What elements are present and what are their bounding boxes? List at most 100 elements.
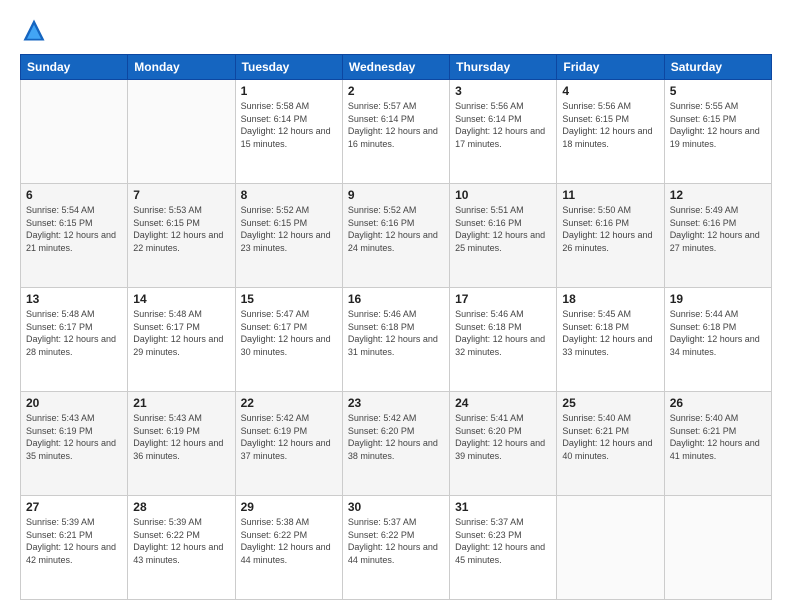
day-info: Sunrise: 5:43 AMSunset: 6:19 PMDaylight:… <box>133 412 229 462</box>
day-number: 29 <box>241 500 337 514</box>
day-info: Sunrise: 5:50 AMSunset: 6:16 PMDaylight:… <box>562 204 658 254</box>
calendar-cell: 12 Sunrise: 5:49 AMSunset: 6:16 PMDayligh… <box>664 184 771 288</box>
calendar-cell: 28 Sunrise: 5:39 AMSunset: 6:22 PMDayligh… <box>128 496 235 600</box>
day-info: Sunrise: 5:39 AMSunset: 6:21 PMDaylight:… <box>26 516 122 566</box>
day-number: 4 <box>562 84 658 98</box>
calendar-week-row: 13Sunrise: 5:48 AMSunset: 6:17 PMDayligh… <box>21 288 772 392</box>
calendar-cell: 5Sunrise: 5:55 AMSunset: 6:15 PMDaylight… <box>664 80 771 184</box>
day-info: Sunrise: 5:57 AMSunset: 6:14 PMDaylight:… <box>348 100 444 150</box>
calendar-cell: 21 Sunrise: 5:43 AMSunset: 6:19 PMDayligh… <box>128 392 235 496</box>
days-of-week-row: SundayMondayTuesdayWednesdayThursdayFrid… <box>21 55 772 80</box>
day-number: 18 <box>562 292 658 306</box>
calendar-week-row: 27 Sunrise: 5:39 AMSunset: 6:21 PMDayligh… <box>21 496 772 600</box>
day-number: 10 <box>455 188 551 202</box>
calendar-header: SundayMondayTuesdayWednesdayThursdayFrid… <box>21 55 772 80</box>
day-of-week-header: Saturday <box>664 55 771 80</box>
day-info: Sunrise: 5:42 AMSunset: 6:20 PMDaylight:… <box>348 412 444 462</box>
day-info: Sunrise: 5:56 AMSunset: 6:15 PMDaylight:… <box>562 100 658 150</box>
day-number: 8 <box>241 188 337 202</box>
day-info: Sunrise: 5:46 AMSunset: 6:18 PMDaylight:… <box>348 308 444 358</box>
day-of-week-header: Wednesday <box>342 55 449 80</box>
day-of-week-header: Friday <box>557 55 664 80</box>
calendar-cell: 27 Sunrise: 5:39 AMSunset: 6:21 PMDayligh… <box>21 496 128 600</box>
day-number: 9 <box>348 188 444 202</box>
day-number: 19 <box>670 292 766 306</box>
calendar-table: SundayMondayTuesdayWednesdayThursdayFrid… <box>20 54 772 600</box>
calendar-cell: 23 Sunrise: 5:42 AMSunset: 6:20 PMDayligh… <box>342 392 449 496</box>
day-number: 1 <box>241 84 337 98</box>
calendar-cell: 29 Sunrise: 5:38 AMSunset: 6:22 PMDayligh… <box>235 496 342 600</box>
day-number: 14 <box>133 292 229 306</box>
day-number: 20 <box>26 396 122 410</box>
day-number: 3 <box>455 84 551 98</box>
day-number: 5 <box>670 84 766 98</box>
day-of-week-header: Sunday <box>21 55 128 80</box>
day-info: Sunrise: 5:49 AMSunset: 6:16 PMDaylight:… <box>670 204 766 254</box>
day-info: Sunrise: 5:43 AMSunset: 6:19 PMDaylight:… <box>26 412 122 462</box>
day-info: Sunrise: 5:54 AMSunset: 6:15 PMDaylight:… <box>26 204 122 254</box>
calendar-week-row: 6 Sunrise: 5:54 AMSunset: 6:15 PMDaylight… <box>21 184 772 288</box>
calendar-cell: 15 Sunrise: 5:47 AMSunset: 6:17 PMDayligh… <box>235 288 342 392</box>
calendar-week-row: 20 Sunrise: 5:43 AMSunset: 6:19 PMDayligh… <box>21 392 772 496</box>
day-number: 17 <box>455 292 551 306</box>
day-info: Sunrise: 5:53 AMSunset: 6:15 PMDaylight:… <box>133 204 229 254</box>
calendar-body: 1 Sunrise: 5:58 AMSunset: 6:14 PMDaylight… <box>21 80 772 600</box>
day-info: Sunrise: 5:37 AMSunset: 6:23 PMDaylight:… <box>455 516 551 566</box>
calendar-cell: 6 Sunrise: 5:54 AMSunset: 6:15 PMDaylight… <box>21 184 128 288</box>
day-info: Sunrise: 5:45 AMSunset: 6:18 PMDaylight:… <box>562 308 658 358</box>
day-info: Sunrise: 5:47 AMSunset: 6:17 PMDaylight:… <box>241 308 337 358</box>
calendar-cell: 2Sunrise: 5:57 AMSunset: 6:14 PMDaylight… <box>342 80 449 184</box>
day-number: 25 <box>562 396 658 410</box>
calendar-cell: 31 Sunrise: 5:37 AMSunset: 6:23 PMDayligh… <box>450 496 557 600</box>
day-number: 30 <box>348 500 444 514</box>
day-number: 16 <box>348 292 444 306</box>
day-number: 24 <box>455 396 551 410</box>
calendar-cell: 20 Sunrise: 5:43 AMSunset: 6:19 PMDayligh… <box>21 392 128 496</box>
day-number: 7 <box>133 188 229 202</box>
day-info: Sunrise: 5:46 AMSunset: 6:18 PMDaylight:… <box>455 308 551 358</box>
day-info: Sunrise: 5:58 AMSunset: 6:14 PMDaylight:… <box>241 100 337 150</box>
day-number: 23 <box>348 396 444 410</box>
calendar-cell: 11 Sunrise: 5:50 AMSunset: 6:16 PMDayligh… <box>557 184 664 288</box>
calendar-cell: 10 Sunrise: 5:51 AMSunset: 6:16 PMDayligh… <box>450 184 557 288</box>
day-of-week-header: Tuesday <box>235 55 342 80</box>
calendar-cell: 14Sunrise: 5:48 AMSunset: 6:17 PMDayligh… <box>128 288 235 392</box>
day-info: Sunrise: 5:41 AMSunset: 6:20 PMDaylight:… <box>455 412 551 462</box>
calendar-cell <box>21 80 128 184</box>
generalblue-logo-icon <box>20 16 48 44</box>
calendar-week-row: 1 Sunrise: 5:58 AMSunset: 6:14 PMDaylight… <box>21 80 772 184</box>
header <box>20 16 772 44</box>
day-number: 28 <box>133 500 229 514</box>
day-info: Sunrise: 5:40 AMSunset: 6:21 PMDaylight:… <box>670 412 766 462</box>
calendar-cell: 3Sunrise: 5:56 AMSunset: 6:14 PMDaylight… <box>450 80 557 184</box>
calendar-cell: 17 Sunrise: 5:46 AMSunset: 6:18 PMDayligh… <box>450 288 557 392</box>
day-info: Sunrise: 5:51 AMSunset: 6:16 PMDaylight:… <box>455 204 551 254</box>
calendar-cell: 13Sunrise: 5:48 AMSunset: 6:17 PMDayligh… <box>21 288 128 392</box>
day-info: Sunrise: 5:39 AMSunset: 6:22 PMDaylight:… <box>133 516 229 566</box>
calendar-cell: 1 Sunrise: 5:58 AMSunset: 6:14 PMDaylight… <box>235 80 342 184</box>
day-number: 27 <box>26 500 122 514</box>
calendar-cell: 4 Sunrise: 5:56 AMSunset: 6:15 PMDaylight… <box>557 80 664 184</box>
day-info: Sunrise: 5:52 AMSunset: 6:16 PMDaylight:… <box>348 204 444 254</box>
page: SundayMondayTuesdayWednesdayThursdayFrid… <box>0 0 792 612</box>
day-number: 11 <box>562 188 658 202</box>
day-info: Sunrise: 5:38 AMSunset: 6:22 PMDaylight:… <box>241 516 337 566</box>
day-number: 6 <box>26 188 122 202</box>
calendar-cell: 16 Sunrise: 5:46 AMSunset: 6:18 PMDayligh… <box>342 288 449 392</box>
day-number: 15 <box>241 292 337 306</box>
day-number: 31 <box>455 500 551 514</box>
calendar-cell <box>557 496 664 600</box>
day-info: Sunrise: 5:37 AMSunset: 6:22 PMDaylight:… <box>348 516 444 566</box>
calendar-cell: 18 Sunrise: 5:45 AMSunset: 6:18 PMDayligh… <box>557 288 664 392</box>
day-info: Sunrise: 5:44 AMSunset: 6:18 PMDaylight:… <box>670 308 766 358</box>
day-info: Sunrise: 5:40 AMSunset: 6:21 PMDaylight:… <box>562 412 658 462</box>
day-number: 21 <box>133 396 229 410</box>
day-of-week-header: Monday <box>128 55 235 80</box>
calendar-cell: 8Sunrise: 5:52 AMSunset: 6:15 PMDaylight… <box>235 184 342 288</box>
day-of-week-header: Thursday <box>450 55 557 80</box>
calendar-cell: 24 Sunrise: 5:41 AMSunset: 6:20 PMDayligh… <box>450 392 557 496</box>
day-number: 13 <box>26 292 122 306</box>
calendar-cell: 26Sunrise: 5:40 AMSunset: 6:21 PMDayligh… <box>664 392 771 496</box>
day-number: 12 <box>670 188 766 202</box>
calendar-cell: 25 Sunrise: 5:40 AMSunset: 6:21 PMDayligh… <box>557 392 664 496</box>
